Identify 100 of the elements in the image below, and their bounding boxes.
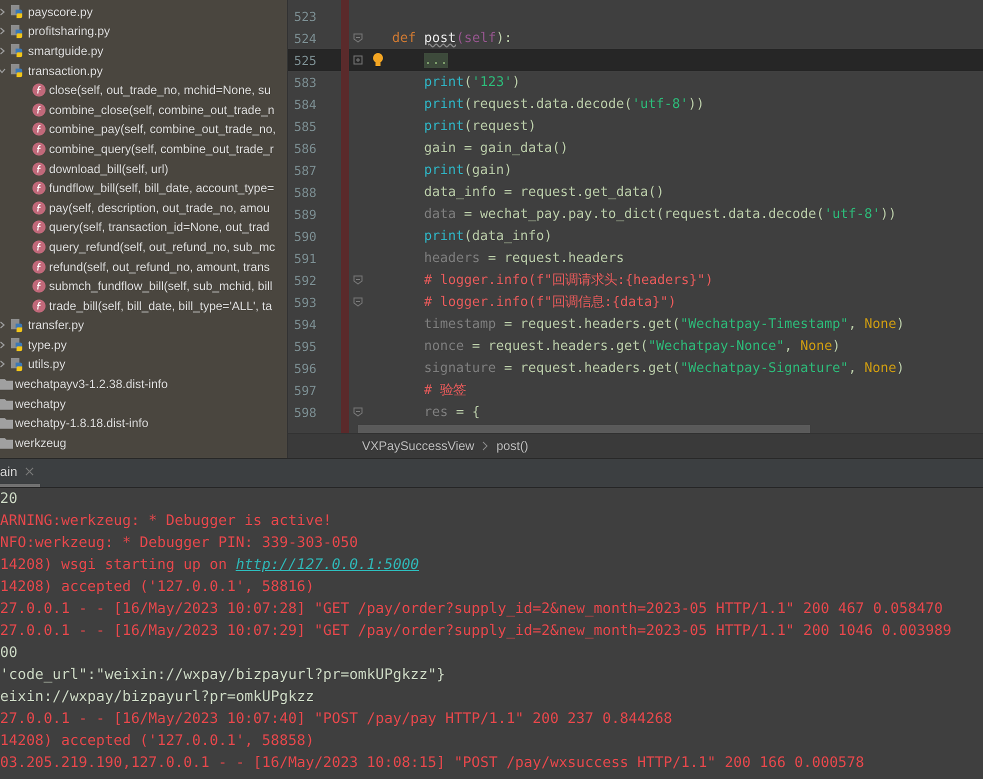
line-number: 596	[293, 360, 318, 376]
breadcrumb[interactable]: post()	[496, 439, 528, 453]
chevron-icon[interactable]	[0, 6, 7, 17]
line-number: 593	[293, 294, 318, 310]
line-number: 594	[293, 316, 318, 332]
function-name[interactable]: combine_close(self, combine_out_trade_n	[49, 102, 274, 117]
file-name[interactable]: profitsharing.py	[28, 24, 110, 38]
code-line: timestamp = request.headers.get("Wechatpay-Timestamp", None)	[424, 316, 904, 332]
line-number: 586	[293, 140, 318, 156]
function-name[interactable]: fundflow_bill(self, bill_date, account_type=	[49, 181, 274, 196]
line-number: 591	[293, 250, 318, 266]
console-text: 27.0.0.1 - - [16/May/2023 10:07:40] "POST /pay/pay HTTP/1.1" 200 237 0.844268	[0, 711, 672, 727]
python-file-icon	[10, 318, 25, 333]
folder-name[interactable]: werkzeug	[15, 436, 66, 450]
folder-name[interactable]: wechatpy-1.8.18.dist-info	[15, 416, 148, 430]
code-line: print(gain)	[424, 162, 512, 178]
chevron-icon[interactable]	[0, 359, 7, 370]
console-text: 00	[0, 645, 18, 661]
function-icon	[32, 162, 46, 176]
function-icon	[32, 181, 46, 196]
run-tab[interactable]: ain	[0, 459, 40, 487]
folder-name[interactable]: wechatpy	[15, 396, 66, 411]
function-icon	[32, 122, 46, 136]
code-line: signature = request.headers.get("Wechatpay-Signature", None)	[424, 360, 904, 376]
function-icon	[32, 260, 46, 274]
python-file-icon	[10, 4, 25, 20]
console-text: ARNING:werkzeug: * Debugger is active!	[0, 513, 332, 529]
fold-icon[interactable]	[353, 407, 363, 417]
function-name[interactable]: trade_bill(self, bill_date, bill_type='ALL', ta	[49, 298, 272, 313]
function-name[interactable]: pay(self, description, out_trade_no, amou	[49, 200, 270, 215]
line-number: 587	[293, 162, 318, 178]
folder-name[interactable]: wechatpayv3-1.2.38.dist-info	[15, 377, 168, 392]
code-line: res = {	[424, 404, 480, 420]
chevron-icon[interactable]	[0, 320, 7, 330]
line-number: 525	[293, 52, 318, 68]
function-icon	[32, 240, 46, 254]
console-text: 20	[0, 491, 18, 507]
code-line: gain = gain_data()	[424, 140, 568, 156]
python-file-icon	[10, 337, 25, 352]
code-line: # 验签	[424, 382, 466, 399]
chevron-icon[interactable]	[0, 46, 7, 56]
expand-icon[interactable]	[353, 55, 363, 65]
line-number: 524	[293, 30, 318, 46]
function-icon	[32, 83, 46, 98]
folder-icon	[0, 417, 13, 430]
file-name[interactable]: type.py	[28, 338, 67, 352]
chevron-icon	[482, 441, 488, 451]
chevron-icon[interactable]	[0, 26, 7, 36]
python-file-icon	[10, 356, 25, 372]
console-link[interactable]: http://127.0.0.1:5000	[236, 557, 420, 573]
function-name[interactable]: query(self, transaction_id=None, out_trad	[49, 220, 270, 234]
function-name[interactable]: combine_query(self, combine_out_trade_r	[49, 142, 274, 156]
line-number: 595	[293, 338, 318, 354]
file-name[interactable]: smartguide.py	[28, 44, 104, 58]
folder-icon	[0, 398, 13, 410]
code-line: print(request.data.decode('utf-8'))	[424, 96, 704, 112]
folder-icon	[0, 378, 13, 390]
line-number: 598	[293, 404, 318, 420]
fold-icon[interactable]	[353, 33, 363, 43]
file-name[interactable]: utils.py	[28, 357, 66, 372]
code-line: print(data_info)	[424, 228, 552, 244]
line-number: 583	[293, 74, 318, 90]
console-text: 14208) wsgi starting up on	[0, 557, 228, 573]
console-text: 27.0.0.1 - - [16/May/2023 10:07:28] "GET /pay/order?supply_id=2&new_month=2023-05 HTTP/1.1" 200 467 0.058470	[0, 601, 943, 617]
chevron-icon[interactable]	[0, 340, 7, 350]
code-line: nonce = request.headers.get("Wechatpay-Nonce", None)	[424, 338, 840, 354]
close-icon[interactable]	[25, 467, 34, 476]
line-number: 523	[293, 8, 318, 24]
folder-icon	[0, 436, 13, 449]
function-icon	[32, 200, 46, 215]
function-name[interactable]: download_bill(self, url)	[49, 162, 168, 176]
code-line: def post(self):	[392, 30, 512, 46]
function-icon	[32, 298, 46, 313]
lightbulb-icon[interactable]	[372, 53, 384, 67]
file-name[interactable]: transfer.py	[28, 318, 84, 332]
python-file-icon	[10, 24, 25, 39]
code-line: # logger.info(f"回调请求头:{headers}")	[424, 272, 714, 289]
console-text: NFO:werkzeug: * Debugger PIN: 339-303-050	[0, 535, 358, 551]
file-name[interactable]: transaction.py	[28, 64, 103, 78]
code-line: # logger.info(f"回调信息:{data}")	[424, 294, 676, 311]
fold-icon[interactable]	[353, 275, 363, 285]
line-number: 590	[293, 228, 318, 244]
function-name[interactable]: refund(self, out_refund_no, amount, trans	[49, 260, 270, 274]
function-name[interactable]: close(self, out_trade_no, mchid=None, su	[49, 83, 271, 98]
line-number: 589	[293, 206, 318, 222]
breadcrumb[interactable]: VXPaySuccessView	[362, 439, 474, 453]
code-line: data = wechat_pay.pay.to_dict(request.data.decode('utf-8'))	[424, 206, 896, 222]
line-number: 597	[293, 382, 318, 398]
function-name[interactable]: combine_pay(self, combine_out_trade_no,	[49, 122, 276, 136]
function-icon	[32, 142, 46, 156]
file-name[interactable]: payscore.py	[28, 4, 93, 19]
scrollbar[interactable]	[358, 425, 810, 433]
console-text: 14208) accepted ('127.0.0.1', 58858)	[0, 733, 314, 749]
console-text: 27.0.0.1 - - [16/May/2023 10:07:29] "GET /pay/order?supply_id=2&new_month=2023-05 HTTP/1.1" 200 1046 0.003989	[0, 623, 952, 639]
fold-icon[interactable]	[353, 297, 363, 307]
code-line: print('123')	[424, 74, 520, 90]
function-name[interactable]: submch_fundflow_bill(self, sub_mchid, bill	[49, 279, 272, 294]
console-text: 03.205.219.190,127.0.0.1 - - [16/May/2023 10:08:15] "POST /pay/wxsuccess HTTP/1.1" 200 166 0.000578	[0, 755, 864, 771]
function-icon	[32, 102, 46, 117]
function-name[interactable]: query_refund(self, out_refund_no, sub_mc	[49, 240, 276, 254]
